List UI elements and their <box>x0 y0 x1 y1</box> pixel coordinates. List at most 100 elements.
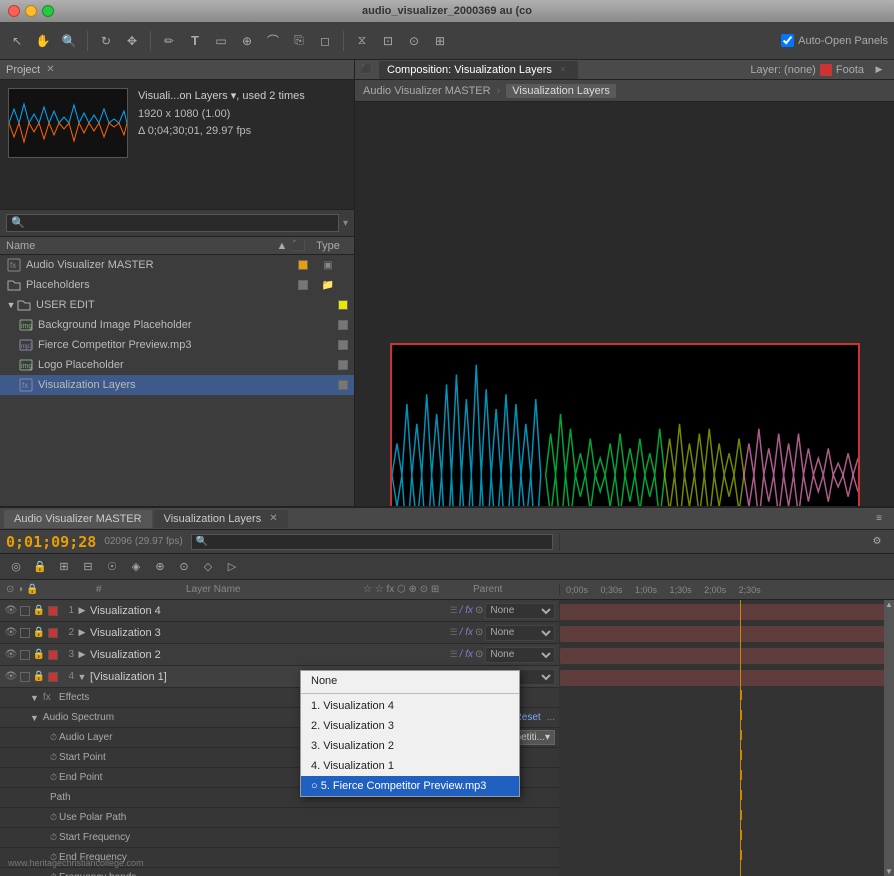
stopwatch-icon[interactable]: ⏱ <box>50 872 57 876</box>
anchor-tool-icon[interactable]: ⊕ <box>236 30 258 52</box>
project-panel-close[interactable]: ✕ <box>46 64 54 75</box>
window-controls[interactable] <box>8 5 54 17</box>
list-item[interactable]: fx Visualization Layers <box>0 375 354 395</box>
hand-tool-icon[interactable]: ✋ <box>32 30 54 52</box>
tab-audio-visualizer-master[interactable]: Audio Visualizer MASTER <box>4 510 152 528</box>
fx-label[interactable]: / fx <box>460 649 473 660</box>
close-button[interactable] <box>8 5 20 17</box>
solo-switch-icon[interactable]: ☉ <box>102 557 122 577</box>
list-item[interactable]: Placeholders 📁 <box>0 275 354 295</box>
auto-open-checkbox[interactable] <box>781 34 794 47</box>
sort-arrow-icon[interactable]: ▲ <box>272 240 292 252</box>
live-update-icon[interactable]: ⊙ <box>174 557 194 577</box>
stopwatch-icon[interactable]: ⏱ <box>50 772 57 783</box>
layer-solo-icon[interactable] <box>20 606 30 616</box>
tab-visualization-layers[interactable]: Visualization Layers ✕ <box>154 510 288 528</box>
list-item[interactable]: mp3 Fierce Competitor Preview.mp3 <box>0 335 354 355</box>
tab-close-icon[interactable]: ✕ <box>269 513 277 524</box>
comp-tab-visualization-layers[interactable]: Composition: Visualization Layers ✕ <box>379 61 578 79</box>
dropdown-item-vis4[interactable]: 1. Visualization 4 <box>301 696 519 716</box>
layer-eye-icon[interactable]: 👁 <box>4 626 18 640</box>
layer-expand-arrow[interactable]: ▶ <box>76 627 88 638</box>
brush-tool-icon[interactable]: ⌒ <box>262 30 284 52</box>
effect-expand-icon[interactable]: ▼ <box>30 713 39 723</box>
lock-icon[interactable]: 🔒 <box>30 557 50 577</box>
switch-icon[interactable]: ☰ <box>450 627 458 638</box>
text-tool-icon[interactable]: T <box>184 30 206 52</box>
clone-tool-icon[interactable]: ⎘ <box>288 30 310 52</box>
panel-options-icon[interactable]: ▶ <box>868 59 890 81</box>
fast-preview-icon[interactable]: ▷ <box>222 557 242 577</box>
fx-label[interactable]: / fx <box>460 605 473 616</box>
orbit-tool-icon[interactable]: ⊙ <box>403 30 425 52</box>
layer-lock-icon[interactable]: 🔒 <box>32 670 46 684</box>
layer-solo-icon[interactable] <box>20 672 30 682</box>
roto-tool-icon[interactable]: ⧖ <box>351 30 373 52</box>
layer-eye-icon[interactable]: 👁 <box>4 648 18 662</box>
scroll-up-icon[interactable]: ▲ <box>885 600 893 609</box>
ellipsis-button[interactable]: ... <box>547 712 555 723</box>
expand-all-icon[interactable]: ⊞ <box>54 557 74 577</box>
fx-label[interactable]: / fx <box>460 627 473 638</box>
timeline-options-icon[interactable]: ⚙ <box>866 531 888 553</box>
stopwatch-icon[interactable]: ⏱ <box>50 812 57 823</box>
dropdown-item-none[interactable]: None <box>301 671 519 691</box>
move3d-tool-icon[interactable]: ⊞ <box>429 30 451 52</box>
parent-select[interactable]: None <box>485 625 555 641</box>
layer-eye-icon[interactable]: 👁 <box>4 670 18 684</box>
list-item[interactable]: fx Audio Visualizer MASTER ▣ <box>0 255 354 275</box>
parent-select[interactable]: None <box>485 647 555 663</box>
breadcrumb-viz-layers[interactable]: Visualization Layers <box>506 84 616 98</box>
list-item[interactable]: img Logo Placeholder <box>0 355 354 375</box>
search-options-icon[interactable]: ▾ <box>343 218 348 229</box>
parent-select[interactable]: None <box>485 603 555 619</box>
zoom-tool-icon[interactable]: 🔍 <box>58 30 80 52</box>
effects-expand-icon[interactable]: ▼ <box>30 693 39 703</box>
minimize-button[interactable] <box>25 5 37 17</box>
dropdown-item-vis1[interactable]: 4. Visualization 1 <box>301 756 519 776</box>
shape-tool-icon[interactable]: ▭ <box>210 30 232 52</box>
maximize-button[interactable] <box>42 5 54 17</box>
draft-icon[interactable]: ◇ <box>198 557 218 577</box>
layer-solo-icon[interactable] <box>20 628 30 638</box>
layer-lock-icon[interactable]: 🔒 <box>32 648 46 662</box>
stopwatch-icon[interactable]: ⏱ <box>50 832 57 843</box>
expand-arrow-icon[interactable]: ▼ <box>6 300 16 310</box>
motion-blur-icon[interactable]: ◈ <box>126 557 146 577</box>
solo-icon[interactable]: ◎ <box>6 557 26 577</box>
dropdown-item-vis3[interactable]: 2. Visualization 3 <box>301 716 519 736</box>
layer-solo-icon[interactable] <box>20 650 30 660</box>
timeline-menu-icon[interactable]: ≡ <box>868 508 890 530</box>
layer-row[interactable]: 👁 🔒 3 ▶ Visualization 2 ☰ / fx ⊙ None <box>0 644 559 666</box>
camera-tool-icon[interactable]: ⊡ <box>377 30 399 52</box>
switch-icon[interactable]: ☰ <box>450 649 458 660</box>
pen-tool-icon[interactable]: ✏ <box>158 30 180 52</box>
dropdown-item-fierce[interactable]: ○ 5. Fierce Competitor Preview.mp3 <box>301 776 519 796</box>
list-item[interactable]: img Background Image Placeholder <box>0 315 354 335</box>
eraser-tool-icon[interactable]: ◻ <box>314 30 336 52</box>
stopwatch-icon[interactable]: ⏱ <box>50 732 57 743</box>
arrow-tool-icon[interactable]: ↖ <box>6 30 28 52</box>
layer-expand-arrow[interactable]: ▶ <box>76 649 88 660</box>
layer-lock-icon[interactable]: 🔒 <box>32 604 46 618</box>
breadcrumb-master[interactable]: Audio Visualizer MASTER <box>363 85 491 97</box>
comp-tab-close-icon[interactable]: ✕ <box>556 63 570 77</box>
pan-tool-icon[interactable]: ✥ <box>121 30 143 52</box>
timeline-scrollbar[interactable]: ▲ ▼ <box>884 600 894 876</box>
list-item[interactable]: ▼ USER EDIT <box>0 295 354 315</box>
project-search-input[interactable] <box>6 214 339 232</box>
layer-eye-icon[interactable]: 👁 <box>4 604 18 618</box>
layer-row[interactable]: 👁 🔒 2 ▶ Visualization 3 ☰ / fx ⊙ None <box>0 622 559 644</box>
rotate-tool-icon[interactable]: ↻ <box>95 30 117 52</box>
stopwatch-icon[interactable]: ⏱ <box>50 752 57 763</box>
layer-expand-arrow[interactable]: ▼ <box>76 672 88 682</box>
switch-icon[interactable]: ☰ <box>450 605 458 616</box>
dropdown-item-vis2[interactable]: 3. Visualization 2 <box>301 736 519 756</box>
timeline-search-input[interactable] <box>191 534 553 550</box>
collapse-all-icon[interactable]: ⊟ <box>78 557 98 577</box>
scroll-down-icon[interactable]: ▼ <box>885 867 893 876</box>
layer-lock-icon[interactable]: 🔒 <box>32 626 46 640</box>
layer-expand-arrow[interactable]: ▶ <box>76 605 88 616</box>
layer-row[interactable]: 👁 🔒 1 ▶ Visualization 4 ☰ / fx ⊙ None <box>0 600 559 622</box>
frame-blend-icon[interactable]: ⊕ <box>150 557 170 577</box>
